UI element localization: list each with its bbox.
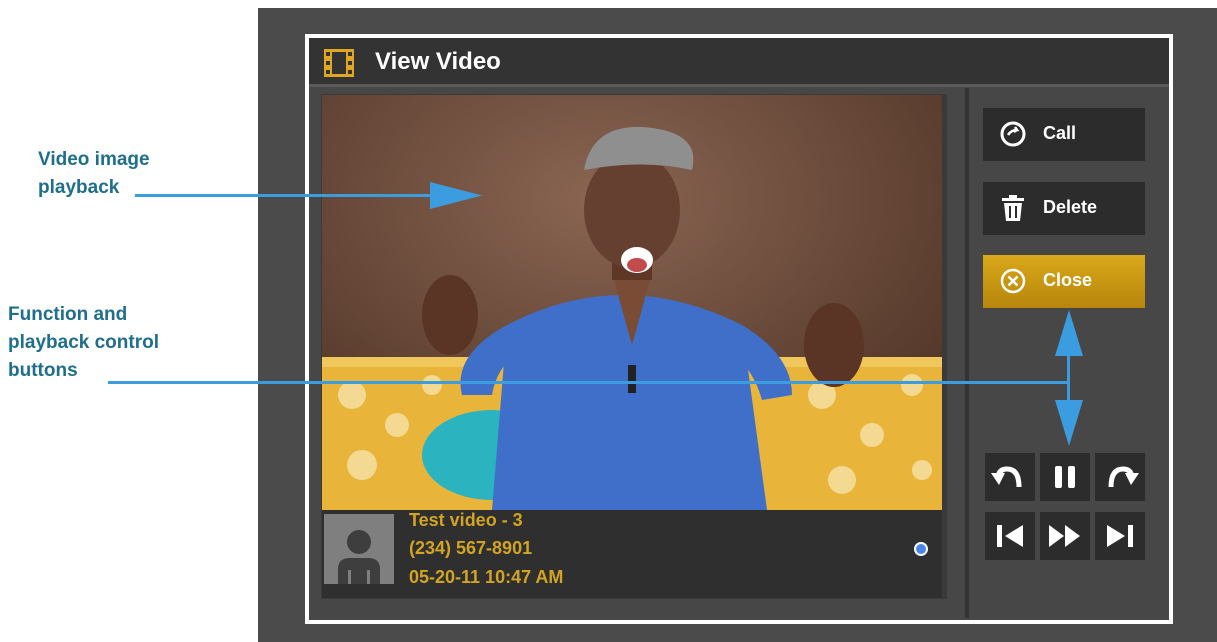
person-icon [338,530,380,584]
skip-next-button[interactable] [1095,512,1145,560]
forward-icon [1108,466,1139,488]
pause-icon [1055,466,1075,488]
skip-previous-button[interactable] [985,512,1035,560]
video-name: Test video - 3 [409,510,523,530]
forward-button[interactable] [1095,453,1145,501]
dialog-title: View Video [375,48,501,75]
fast-forward-button[interactable] [1040,512,1090,560]
pause-button[interactable] [1040,453,1090,501]
video-annotation-arrow-line [135,194,435,197]
pane-separator [965,88,969,618]
rewind-icon [991,466,1022,488]
controls-annotation-line-2: playback control [8,332,159,353]
call-button-label: Call [1043,123,1077,143]
avatar [324,514,394,584]
video-datetime: 05-20-11 10:47 AM [409,567,564,587]
arrow-up-icon [1055,310,1083,356]
video-annotation-line-1: Video image [38,149,150,170]
close-icon [1000,268,1026,294]
controls-annotation-arrow-line [108,381,1068,384]
delete-button-label: Delete [1043,197,1098,217]
skip-previous-icon [997,525,1023,547]
video-info-bar: Test video - 3 (234) 567-8901 05-20-11 1… [322,510,942,598]
trash-icon [1002,195,1024,221]
controls-annotation-line-1: Function and [8,304,128,325]
skip-next-icon [1107,525,1133,547]
close-button-label: Close [1043,270,1093,290]
delete-button[interactable]: Delete [983,182,1145,235]
rewind-button[interactable] [985,453,1035,501]
fast-forward-icon [1049,525,1080,547]
video-annotation-label: Video image playback [38,146,150,202]
call-icon [1000,121,1026,147]
dialog-titlebar: View Video [309,38,1169,87]
call-button[interactable]: Call [983,108,1145,161]
video-frame-image [322,95,942,510]
status-dot [914,542,928,556]
video-playback[interactable] [322,95,942,510]
video-annotation-line-2: playback [38,177,120,198]
arrow-down-icon [1055,400,1083,446]
controls-annotation-label: Function and playback control buttons [8,301,159,385]
close-button[interactable]: Close [983,255,1145,308]
film-icon [324,49,354,77]
video-phone: (234) 567-8901 [409,538,533,558]
arrow-right-icon [430,182,482,209]
